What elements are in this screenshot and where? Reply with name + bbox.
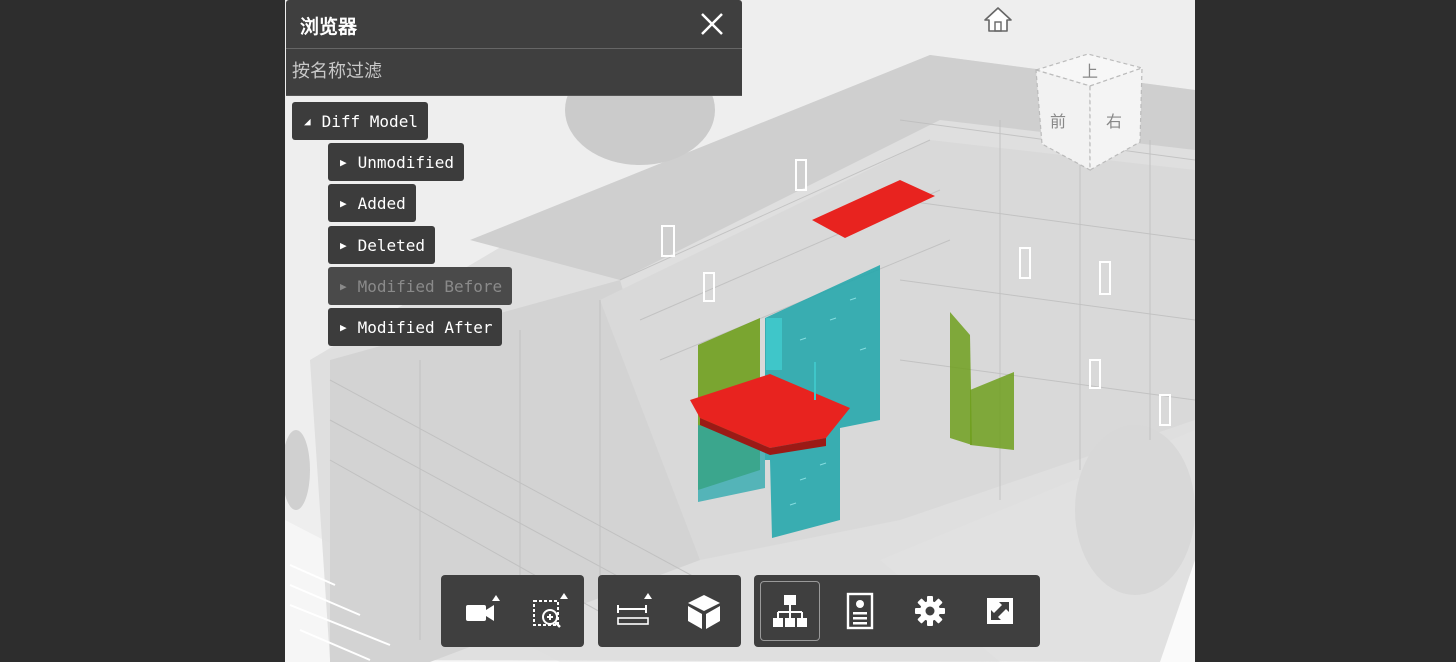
home-icon[interactable] xyxy=(983,5,1013,33)
toolbar-group-panels xyxy=(754,575,1040,647)
expand-triangle-icon[interactable]: ▶ xyxy=(340,239,347,252)
added-column xyxy=(766,318,782,370)
model-browser-button[interactable] xyxy=(760,581,820,641)
section-box-button[interactable] xyxy=(674,581,734,641)
toolbar-group-navigation xyxy=(441,575,584,647)
fullscreen-icon xyxy=(987,598,1013,624)
view-cube[interactable]: 上 前 右 xyxy=(1028,52,1148,177)
tree-node-modified-after[interactable]: ▶ Modified After xyxy=(328,308,503,346)
measure-icon xyxy=(617,593,652,625)
cube-top-label[interactable]: 上 xyxy=(1082,58,1098,82)
tree-node-label: Added xyxy=(357,193,406,213)
model-browser-panel: 浏览器 xyxy=(286,0,742,96)
camera-icon xyxy=(466,595,500,621)
settings-button[interactable] xyxy=(900,581,960,641)
cube-front-label[interactable]: 前 xyxy=(1050,108,1066,132)
tree-node-label: Deleted xyxy=(357,235,426,255)
expand-triangle-icon[interactable]: ▶ xyxy=(340,156,347,169)
section-box-icon xyxy=(688,595,720,629)
settings-icon xyxy=(915,596,945,626)
tree-node-modified-before[interactable]: ▶ Modified Before xyxy=(328,267,513,305)
toolbar-group-tools xyxy=(598,575,741,647)
fullscreen-button[interactable] xyxy=(970,581,1030,641)
expand-triangle-icon[interactable]: ▶ xyxy=(340,197,347,210)
collapse-triangle-icon[interactable]: ◢ xyxy=(304,115,311,128)
filter-box xyxy=(286,49,742,96)
panel-header: 浏览器 xyxy=(286,0,742,49)
properties-icon xyxy=(846,592,874,630)
tree-node-unmodified[interactable]: ▶ Unmodified xyxy=(328,143,464,181)
camera-button[interactable] xyxy=(451,581,511,641)
filter-input[interactable] xyxy=(286,49,738,93)
tree-node-label: Modified Before xyxy=(357,276,503,296)
close-icon[interactable] xyxy=(698,10,726,38)
tree-node-label: Unmodified xyxy=(357,152,454,172)
tree-node-diff-model[interactable]: ◢ Diff Model xyxy=(292,102,428,140)
zoom-region-icon xyxy=(533,593,568,628)
tree-node-added[interactable]: ▶ Added xyxy=(328,184,416,222)
panel-title: 浏览器 xyxy=(300,16,358,38)
cube-right-label[interactable]: 右 xyxy=(1106,108,1122,132)
tree-node-deleted[interactable]: ▶ Deleted xyxy=(328,226,436,264)
properties-button[interactable] xyxy=(830,581,890,641)
model-browser-icon xyxy=(773,595,807,627)
expand-triangle-icon[interactable]: ▶ xyxy=(340,321,347,334)
tree-node-label: Modified After xyxy=(357,317,493,337)
tree-node-label: Diff Model xyxy=(321,111,418,131)
zoom-region-button[interactable] xyxy=(519,581,579,641)
measure-button[interactable] xyxy=(604,581,664,641)
expand-triangle-icon[interactable]: ▶ xyxy=(340,280,347,293)
